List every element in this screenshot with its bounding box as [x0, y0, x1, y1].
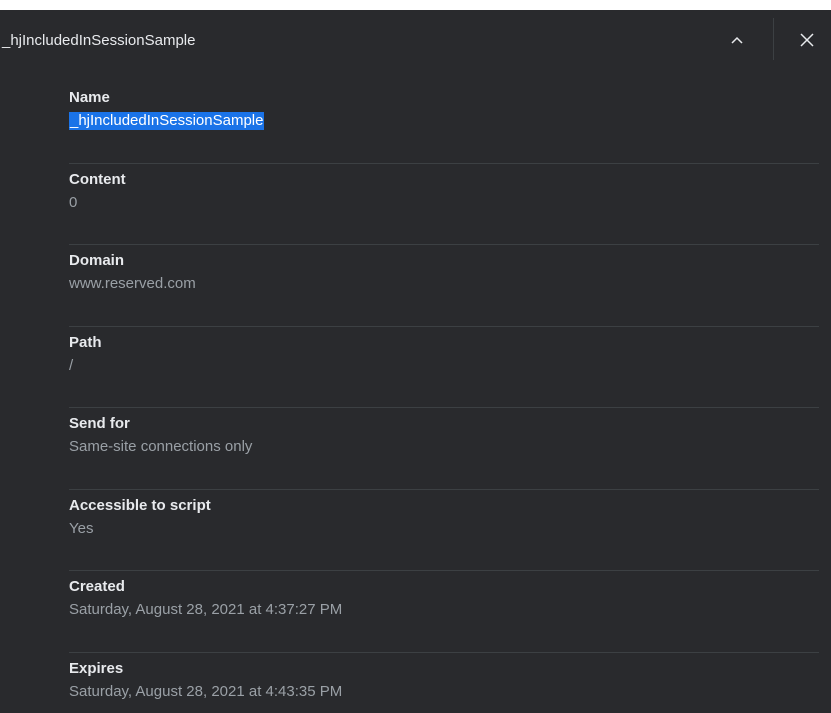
field-label: Created — [69, 578, 125, 595]
collapse-button[interactable] — [720, 24, 754, 56]
field-path: Path / — [69, 327, 819, 408]
field-value[interactable]: 0 — [69, 194, 819, 212]
field-content: Content 0 — [69, 164, 819, 245]
header-divider — [773, 18, 774, 60]
field-label: Path — [69, 333, 102, 351]
field-created: Created Saturday, August 28, 2021 at 4:3… — [69, 571, 819, 653]
close-icon — [800, 33, 814, 47]
field-value[interactable]: www.reserved.com — [69, 275, 819, 293]
field-label: Content — [69, 170, 126, 188]
field-expires: Expires Saturday, August 28, 2021 at 4:4… — [69, 653, 819, 713]
cookie-detail-header: _hjIncludedInSessionSample — [0, 10, 831, 70]
field-label: Expires — [69, 659, 124, 677]
field-value[interactable]: _hjIncludedInSessionSample — [69, 112, 265, 130]
cookie-detail-panel: _hjIncludedInSessionSample Name _hjInclu… — [0, 10, 831, 713]
field-label: Domain — [69, 252, 125, 269]
field-label: Name — [69, 89, 110, 106]
field-label: Send for — [69, 415, 130, 432]
field-value[interactable]: Yes — [69, 520, 819, 538]
field-value[interactable]: Saturday, August 28, 2021 at 4:43:35 PM — [69, 683, 819, 701]
cookie-name-title: _hjIncludedInSessionSample — [2, 32, 196, 49]
field-name: Name _hjIncludedInSessionSample — [69, 82, 819, 164]
chevron-up-icon — [731, 36, 743, 44]
field-value[interactable]: Saturday, August 28, 2021 at 4:37:27 PM — [69, 601, 819, 619]
field-domain: Domain www.reserved.com — [69, 245, 819, 327]
field-send-for: Send for Same-site connections only — [69, 408, 819, 490]
field-value[interactable]: / — [69, 357, 819, 375]
field-accessible-to-script: Accessible to script Yes — [69, 490, 819, 571]
close-button[interactable] — [790, 24, 824, 56]
field-value[interactable]: Same-site connections only — [69, 438, 819, 456]
field-label: Accessible to script — [69, 496, 211, 514]
cookie-fields-list: Name _hjIncludedInSessionSample Content … — [69, 82, 819, 713]
